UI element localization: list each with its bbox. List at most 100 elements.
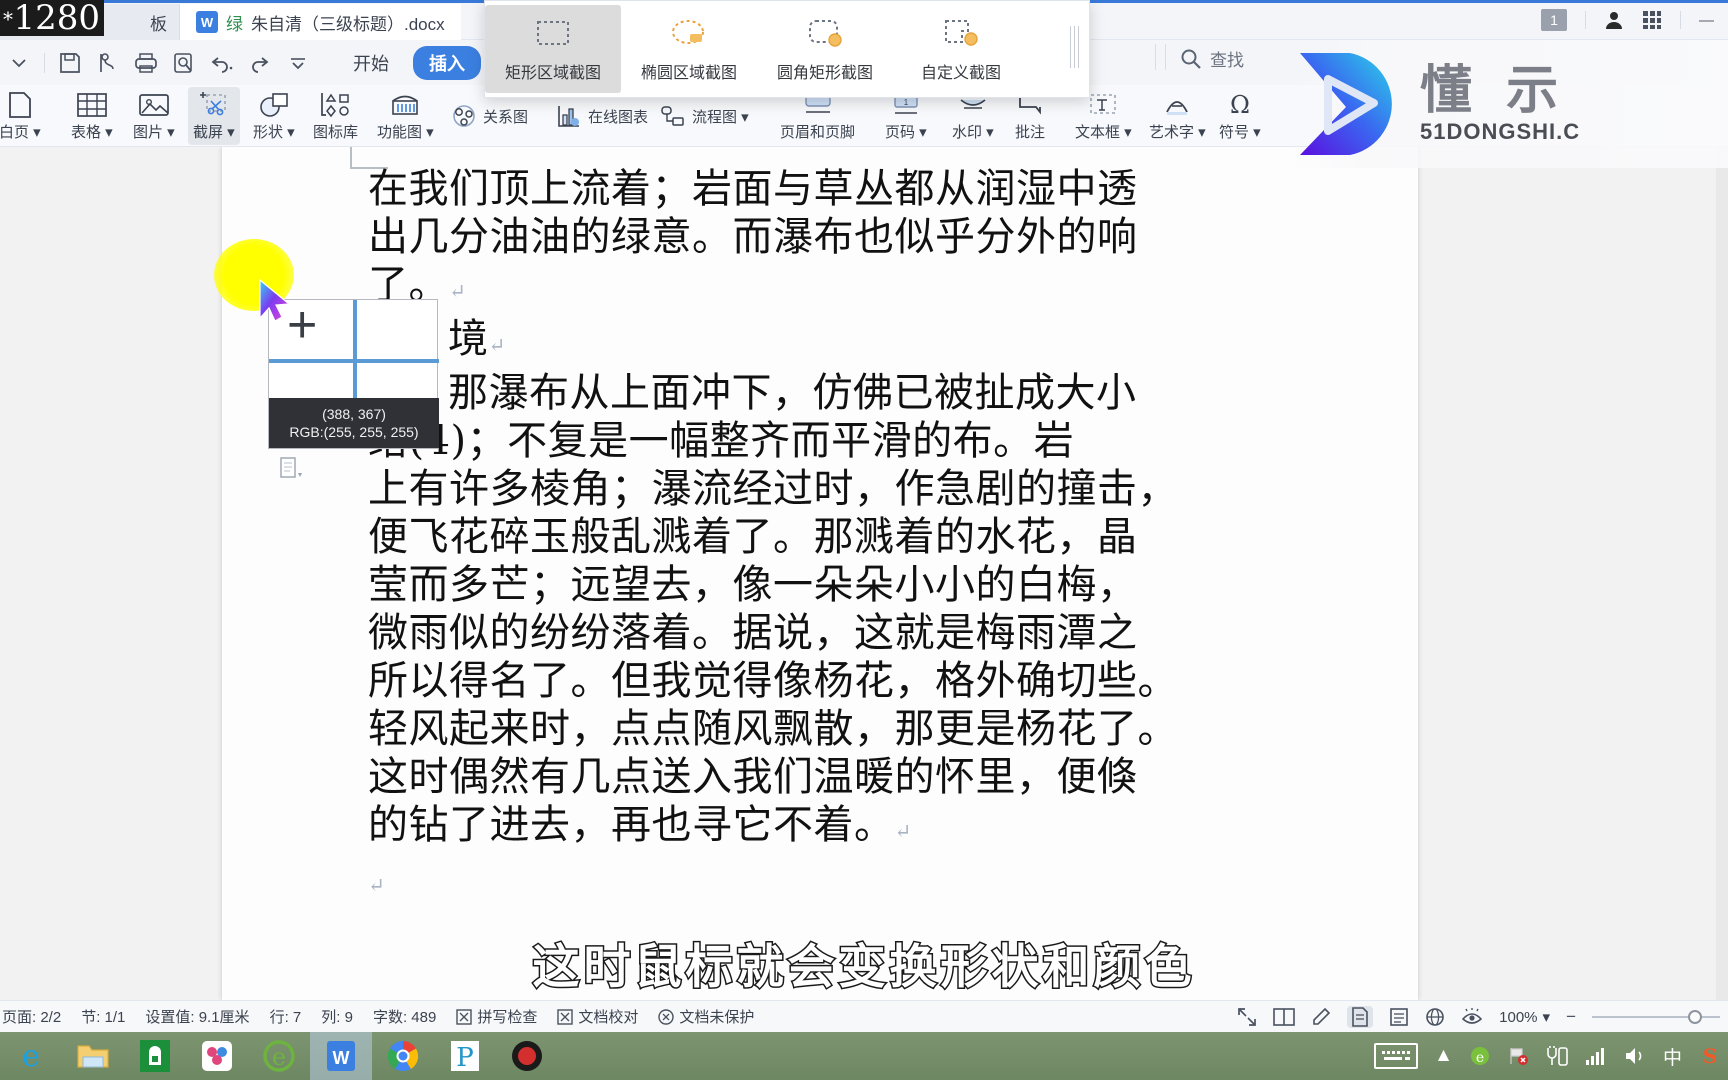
doc-line: 微雨似的纷纷落着。据说，这就是梅雨潭之 bbox=[368, 610, 1138, 656]
taskbar-pptx-app[interactable]: P bbox=[434, 1032, 496, 1080]
taskbar-edge-legacy[interactable]: e bbox=[248, 1032, 310, 1080]
menu-item-label: 矩形区域截图 bbox=[504, 65, 601, 82]
page-indicator[interactable]: 页面: 2/2 bbox=[2, 1006, 61, 1027]
web-view-icon[interactable] bbox=[1425, 1007, 1445, 1027]
watermark-english-label: 51DONGSHI.C bbox=[1420, 119, 1581, 144]
word-art-icon bbox=[1161, 91, 1193, 119]
word-count[interactable]: 字数: 489 bbox=[373, 1006, 436, 1027]
doc-line-empty: ↵ bbox=[368, 855, 1208, 909]
taskbar-microsoft-store[interactable] bbox=[124, 1032, 186, 1080]
menu-item-label: 椭圆区域截图 bbox=[640, 65, 737, 82]
spell-check[interactable]: 拼写检查 bbox=[456, 1006, 537, 1027]
grid-apps-icon[interactable] bbox=[1642, 10, 1662, 30]
keyboard-icon[interactable] bbox=[1374, 1043, 1419, 1069]
redo-icon[interactable] bbox=[241, 47, 279, 79]
taskbar-internet-explorer[interactable]: e bbox=[0, 1032, 62, 1080]
user-avatar-icon[interactable] bbox=[1604, 10, 1624, 30]
search-input[interactable]: 查找 bbox=[1210, 46, 1244, 71]
cmd-screenshot[interactable]: 截屏 ▾ bbox=[188, 87, 240, 145]
browser-tray-icon[interactable]: e bbox=[1469, 1045, 1491, 1067]
eye-protect-icon[interactable] bbox=[1461, 1007, 1483, 1027]
cmd-picture[interactable]: 图片 ▾ bbox=[128, 87, 180, 145]
ime-chinese-icon[interactable]: 中 bbox=[1663, 1043, 1682, 1070]
chevron-up-icon[interactable]: ▲ bbox=[1434, 1045, 1453, 1067]
notification-badge[interactable]: 1 bbox=[1541, 9, 1567, 31]
magnifier-coordinates: (388, 367) bbox=[322, 406, 386, 422]
vertical-scrollbar[interactable] bbox=[1716, 147, 1728, 1000]
signal-bars-icon[interactable] bbox=[1585, 1046, 1607, 1066]
proofread[interactable]: 文档校对 bbox=[557, 1006, 638, 1027]
row-indicator[interactable]: 行: 7 bbox=[270, 1006, 302, 1027]
blank-page-icon bbox=[7, 91, 33, 119]
taskbar-screen-recorder[interactable] bbox=[496, 1032, 558, 1080]
crosshair-horizontal-line bbox=[269, 359, 439, 363]
chevron-down-icon[interactable] bbox=[0, 47, 38, 79]
menu-item-ellipse-capture[interactable]: 椭圆区域截图 bbox=[621, 5, 757, 93]
svg-text:S: S bbox=[1703, 1045, 1717, 1067]
resolution-badge: * 1280 bbox=[0, 0, 104, 36]
zoom-slider-knob[interactable] bbox=[1688, 1010, 1702, 1024]
zoom-out-button[interactable]: − bbox=[1566, 1007, 1576, 1027]
tab-active-document[interactable]: W 绿 朱自清（三级标题）.docx bbox=[180, 4, 461, 40]
function-chart-icon bbox=[389, 91, 421, 119]
taskbar-google-chrome[interactable] bbox=[372, 1032, 434, 1080]
mouse-cursor-icon bbox=[258, 278, 298, 324]
menu-item-rectangle-capture[interactable]: 矩形区域截图 bbox=[485, 5, 621, 93]
zoom-level-label[interactable]: 100% ▾ bbox=[1499, 1008, 1550, 1027]
minimize-button[interactable]: — bbox=[1699, 12, 1714, 29]
cmd-icon-library[interactable]: 图标库 bbox=[308, 87, 363, 145]
page-view-icon[interactable] bbox=[1347, 1006, 1374, 1028]
outline-view-icon[interactable] bbox=[1389, 1007, 1409, 1027]
customize-toolbar-icon[interactable] bbox=[279, 47, 317, 79]
fullscreen-icon[interactable] bbox=[1237, 1007, 1257, 1027]
book-view-icon[interactable] bbox=[1273, 1007, 1295, 1027]
print-icon[interactable] bbox=[127, 47, 165, 79]
svg-text:e: e bbox=[272, 1043, 286, 1071]
cmd-shapes[interactable]: 形状 ▾ bbox=[248, 87, 300, 145]
undo-icon[interactable] bbox=[203, 47, 241, 79]
document-name-label: 朱自清（三级标题）.docx bbox=[251, 14, 445, 34]
zoom-slider[interactable] bbox=[1592, 1010, 1720, 1024]
cmd-relation-chart-label: 关系图 bbox=[483, 108, 529, 126]
menu-item-custom-capture[interactable]: 自定义截图 bbox=[893, 5, 1029, 93]
print-preview-icon[interactable] bbox=[165, 47, 203, 79]
screenshot-dropdown-menu[interactable]: 矩形区域截图 椭圆区域截图 圆角矩形截图 自定义截图 bbox=[484, 0, 1090, 98]
search-box[interactable]: 查找 bbox=[1180, 46, 1244, 71]
shapes-icon bbox=[257, 91, 291, 119]
save-icon[interactable] bbox=[51, 47, 89, 79]
taskbar-wps-writer[interactable]: W bbox=[310, 1032, 372, 1080]
taskbar-wps-cloud[interactable] bbox=[186, 1032, 248, 1080]
cmd-online-chart-label: 在线图表 bbox=[588, 108, 649, 126]
save-as-icon[interactable] bbox=[89, 47, 127, 79]
document-page[interactable]: 在我们顶上流着；岩面与草丛都从润湿中透 出几分油油的绿意。而瀑布也似乎分外的响 … bbox=[222, 147, 1418, 1000]
cmd-table[interactable]: 表格 ▾ bbox=[66, 87, 118, 145]
status-bar: 页面: 2/2 节: 1/1 设置值: 9.1厘米 行: 7 列: 9 字数: … bbox=[0, 1000, 1728, 1032]
cmd-function-chart[interactable]: 功能图 ▾ bbox=[372, 87, 439, 145]
tab-home[interactable]: 开始 bbox=[337, 46, 405, 80]
cmd-word-art[interactable]: 艺术字 ▾ bbox=[1144, 87, 1211, 145]
menu-item-rounded-rect-capture[interactable]: 圆角矩形截图 bbox=[757, 5, 893, 93]
cmd-symbol[interactable]: Ω 符号 ▾ bbox=[1214, 87, 1266, 145]
doc-line: 莹而多芒；远望去，像一朵朵小小的白梅， bbox=[368, 562, 1138, 608]
crosshair-vertical-line bbox=[353, 300, 357, 414]
svg-text:W: W bbox=[333, 1048, 350, 1068]
column-indicator[interactable]: 列: 9 bbox=[321, 1006, 353, 1027]
document-text-body[interactable]: 在我们顶上流着；岩面与草丛都从润湿中透 出几分油油的绿意。而瀑布也似乎分外的响 … bbox=[368, 165, 1208, 909]
sogou-input-icon[interactable]: S bbox=[1698, 1045, 1722, 1067]
setting-value[interactable]: 设置值: 9.1厘米 bbox=[145, 1006, 249, 1027]
wps-writer-icon: W bbox=[196, 11, 218, 33]
section-indicator[interactable]: 节: 1/1 bbox=[81, 1006, 125, 1027]
tab-insert[interactable]: 插入 bbox=[413, 45, 481, 80]
divider bbox=[1680, 11, 1681, 29]
volume-icon[interactable] bbox=[1623, 1046, 1647, 1066]
taskbar-file-explorer[interactable] bbox=[62, 1032, 124, 1080]
edit-pen-icon[interactable] bbox=[1311, 1007, 1331, 1027]
network-flag-icon[interactable] bbox=[1507, 1045, 1529, 1067]
system-tray: ▲ e 中 S bbox=[1374, 1032, 1728, 1080]
usb-device-icon[interactable] bbox=[1545, 1045, 1569, 1067]
paste-options-icon[interactable] bbox=[280, 457, 302, 481]
cmd-blank-page[interactable]: 白页 ▾ bbox=[0, 87, 46, 145]
document-unprotected[interactable]: 文档未保护 bbox=[658, 1006, 754, 1027]
svg-text:Ω: Ω bbox=[1230, 91, 1250, 119]
dropdown-resize-handle[interactable] bbox=[1070, 26, 1082, 68]
